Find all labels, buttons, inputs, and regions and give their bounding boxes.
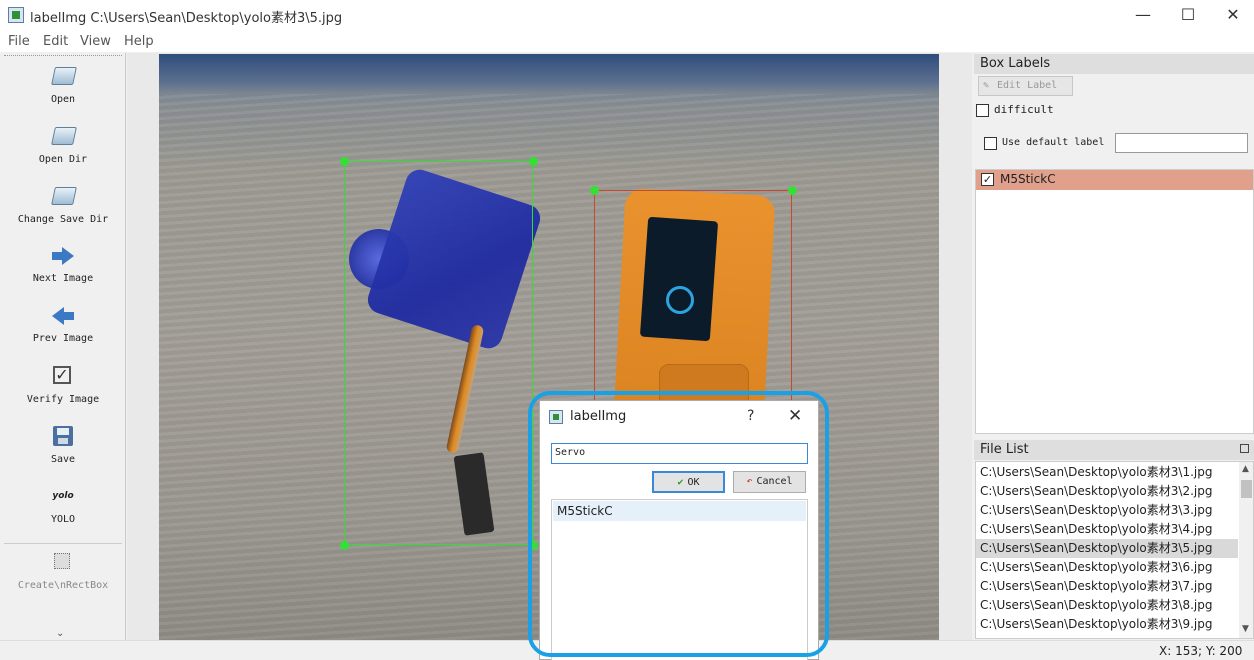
app-icon	[549, 410, 563, 424]
minimize-button[interactable]: —	[1120, 2, 1166, 28]
cancel-button[interactable]: ↶ Cancel	[733, 471, 806, 493]
open-button[interactable]: Open	[0, 63, 126, 105]
help-button[interactable]: ?	[747, 408, 754, 424]
yolo-icon: yolo	[52, 491, 74, 501]
image-background	[159, 54, 939, 94]
folder-icon	[50, 123, 77, 149]
verify-image-button[interactable]: ✓ Verify Image	[0, 363, 126, 405]
create-rectbox-button[interactable]: Create\nRectBox	[0, 549, 126, 591]
cursor-coordinates: X: 153; Y: 200	[1159, 644, 1243, 658]
toolbar-grip[interactable]	[4, 55, 122, 57]
folder-save-icon	[50, 183, 77, 209]
file-list-item[interactable]: C:\Users\Sean\Desktop\yolo素材3\4.jpg	[976, 520, 1238, 539]
file-list-item-selected[interactable]: C:\Users\Sean\Desktop\yolo素材3\5.jpg	[976, 539, 1238, 558]
next-image-button[interactable]: Next Image	[0, 242, 126, 284]
bbox-handle-top-left[interactable]	[340, 157, 349, 166]
bbox-handle-bottom-left[interactable]	[340, 541, 349, 550]
check-icon: ✔	[677, 477, 684, 488]
yolo-format-button[interactable]: yolo YOLO	[0, 483, 126, 525]
default-label-input[interactable]	[1115, 133, 1248, 153]
file-list-item[interactable]: C:\Users\Sean\Desktop\yolo素材3\9.jpg	[976, 615, 1238, 634]
menu-file[interactable]: File	[8, 34, 30, 49]
menu-edit[interactable]: Edit	[43, 34, 68, 49]
close-button[interactable]: ✕	[1210, 2, 1254, 28]
bbox-handle-top-right[interactable]	[788, 186, 797, 195]
open-label: Open	[50, 94, 76, 105]
open-dir-button[interactable]: Open Dir	[0, 123, 126, 165]
app-icon	[8, 7, 24, 23]
open-dir-label: Open Dir	[38, 154, 88, 165]
ok-label: OK	[687, 477, 700, 488]
file-list-scrollbar[interactable]: ▲ ▼	[1239, 462, 1253, 638]
scroll-thumb[interactable]	[1241, 480, 1252, 498]
difficult-label: difficult	[994, 103, 1054, 116]
list-item[interactable]: M5StickC	[553, 501, 806, 521]
label-history-list[interactable]: M5StickC	[551, 499, 808, 660]
bbox-handle-top-left[interactable]	[590, 186, 599, 195]
prev-image-button[interactable]: Prev Image	[0, 302, 126, 344]
float-dock-icon[interactable]	[1240, 444, 1249, 453]
file-list-item[interactable]: C:\Users\Sean\Desktop\yolo素材3\1.jpg	[976, 463, 1238, 482]
box-labels-title: Box Labels	[974, 54, 1254, 74]
save-label: Save	[50, 454, 76, 465]
dialog-title: labelImg	[570, 409, 627, 424]
difficult-checkbox[interactable]	[976, 104, 989, 117]
file-list-item[interactable]: C:\Users\Sean\Desktop\yolo素材3\2.jpg	[976, 482, 1238, 501]
save-icon	[50, 423, 76, 449]
scroll-up-icon[interactable]: ▲	[1242, 464, 1249, 474]
verify-image-label: Verify Image	[26, 394, 100, 405]
checkbox-icon: ✓	[50, 363, 76, 389]
servo-bounding-box[interactable]	[344, 161, 533, 545]
label-visible-checkbox[interactable]: ✓	[981, 173, 994, 186]
rectbox-icon	[50, 549, 76, 575]
yolo-label: YOLO	[50, 514, 76, 525]
file-list-item[interactable]: C:\Users\Sean\Desktop\yolo素材3\7.jpg	[976, 577, 1238, 596]
label-list[interactable]: ✓ M5StickC	[975, 169, 1254, 434]
toolbar-overflow-icon[interactable]: ⌄	[56, 628, 64, 639]
title-bar: labelImg C:\Users\Sean\Desktop\yolo素材3\5…	[0, 0, 1254, 30]
bbox-handle-bottom-right[interactable]	[529, 541, 538, 550]
use-default-label-checkbox[interactable]	[984, 137, 997, 150]
change-save-dir-label: Change Save Dir	[17, 214, 109, 225]
dialog-close-button[interactable]: ✕	[788, 406, 802, 426]
toolbar: Open Open Dir Change Save Dir Next Image…	[0, 53, 126, 640]
file-list[interactable]: C:\Users\Sean\Desktop\yolo素材3\1.jpg C:\U…	[975, 461, 1254, 639]
change-save-dir-button[interactable]: Change Save Dir	[0, 183, 126, 225]
folder-open-icon	[50, 63, 77, 89]
prev-image-label: Prev Image	[32, 333, 94, 344]
window-title: labelImg C:\Users\Sean\Desktop\yolo素材3\5…	[30, 11, 343, 26]
bbox-handle-top-right[interactable]	[529, 157, 538, 166]
label-input[interactable]: Servo	[551, 443, 808, 464]
use-default-label-label: Use default label	[1002, 137, 1105, 148]
cancel-label: Cancel	[756, 476, 793, 487]
file-list-item[interactable]: C:\Users\Sean\Desktop\yolo素材3\6.jpg	[976, 558, 1238, 577]
arrow-left-icon	[50, 302, 76, 328]
menu-help[interactable]: Help	[124, 34, 154, 49]
toolbar-divider	[4, 543, 122, 544]
create-rectbox-label: Create\nRectBox	[17, 580, 109, 591]
label-dialog: labelImg ? ✕ Servo ✔ OK ↶ Cancel M5StickC	[539, 400, 819, 660]
menu-bar: File Edit View Help	[0, 30, 1254, 52]
right-panel: Box Labels Edit Label difficult Use defa…	[974, 53, 1254, 640]
label-item-text: M5StickC	[1000, 172, 1056, 186]
menu-view[interactable]: View	[80, 34, 111, 49]
arrow-right-icon	[50, 242, 76, 268]
maximize-button[interactable]: ☐	[1165, 2, 1211, 28]
undo-icon: ↶	[746, 476, 753, 487]
save-button[interactable]: Save	[0, 423, 126, 465]
file-list-item[interactable]: C:\Users\Sean\Desktop\yolo素材3\3.jpg	[976, 501, 1238, 520]
ok-button[interactable]: ✔ OK	[652, 471, 725, 493]
next-image-label: Next Image	[32, 273, 94, 284]
scroll-down-icon[interactable]: ▼	[1242, 624, 1249, 634]
file-list-item[interactable]: C:\Users\Sean\Desktop\yolo素材3\8.jpg	[976, 596, 1238, 615]
label-list-item[interactable]: ✓ M5StickC	[976, 170, 1253, 190]
file-list-title: File List	[974, 440, 1254, 460]
edit-label-button[interactable]: Edit Label	[978, 76, 1073, 96]
